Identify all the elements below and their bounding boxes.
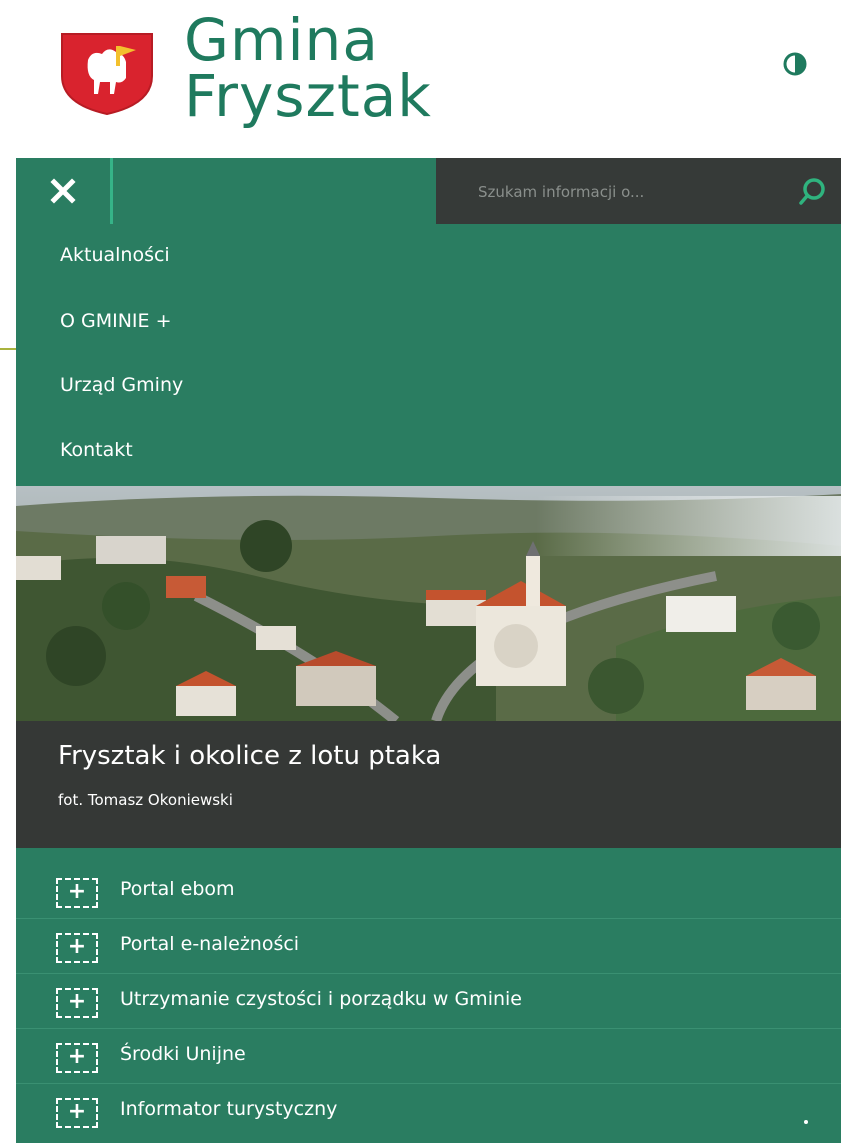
hero-photo-credit: fot. Tomasz Okoniewski bbox=[58, 791, 233, 809]
link-portal-ebom[interactable]: + Portal ebom bbox=[16, 864, 841, 919]
plus-icon: + bbox=[56, 878, 98, 908]
search-input[interactable] bbox=[476, 176, 780, 208]
hero-photo bbox=[16, 486, 841, 721]
search-box bbox=[436, 158, 841, 224]
site-title-line2: Frysztak bbox=[184, 62, 432, 130]
nav-separator bbox=[110, 158, 113, 224]
close-menu-button[interactable] bbox=[16, 158, 110, 224]
link-label: Informator turystyczny bbox=[120, 1098, 338, 1120]
menu-item-kontakt[interactable]: Kontakt bbox=[60, 439, 133, 461]
scroll-indicator-icon[interactable] bbox=[804, 1120, 808, 1124]
plus-icon: + bbox=[56, 933, 98, 963]
link-utrzymanie-czystosci[interactable]: + Utrzymanie czystości i porządku w Gmin… bbox=[16, 974, 841, 1029]
link-label: Portal ebom bbox=[120, 878, 235, 900]
close-icon bbox=[50, 178, 76, 204]
site-header: Gmina Frysztak bbox=[16, 0, 841, 158]
plus-icon: + bbox=[56, 988, 98, 1018]
menu-item-o-gminie[interactable]: O GMINIE + bbox=[60, 310, 172, 332]
hero-caption-title: Frysztak i okolice z lotu ptaka bbox=[58, 741, 442, 771]
plus-icon: + bbox=[56, 1043, 98, 1073]
menu-item-urzad-gminy[interactable]: Urząd Gminy bbox=[60, 374, 183, 396]
site-title-line1: Gmina bbox=[184, 6, 379, 74]
link-label: Środki Unijne bbox=[120, 1043, 246, 1065]
link-informator-turystyczny[interactable]: + Informator turystyczny bbox=[16, 1084, 841, 1138]
hero-caption: Frysztak i okolice z lotu ptaka fot. Tom… bbox=[16, 721, 841, 848]
coat-of-arms-icon[interactable] bbox=[58, 30, 156, 116]
top-nav-bar bbox=[16, 158, 841, 224]
link-label: Utrzymanie czystości i porządku w Gminie bbox=[120, 988, 522, 1010]
page-frame: Gmina Frysztak Aktualności O GMINIE + Ur… bbox=[16, 0, 841, 1143]
main-menu: Aktualności O GMINIE + Urząd Gminy Konta… bbox=[16, 224, 841, 486]
link-portal-e-naleznosci[interactable]: + Portal e-należności bbox=[16, 919, 841, 974]
search-icon[interactable] bbox=[792, 172, 832, 210]
link-label: Portal e-należności bbox=[120, 933, 300, 955]
aerial-town-photo bbox=[16, 486, 841, 721]
link-srodki-unijne[interactable]: + Środki Unijne bbox=[16, 1029, 841, 1084]
quick-links-list: + Portal ebom + Portal e-należności + Ut… bbox=[16, 848, 841, 1143]
plus-icon: + bbox=[56, 1098, 98, 1128]
menu-item-aktualnosci[interactable]: Aktualności bbox=[60, 244, 170, 266]
site-title[interactable]: Gmina Frysztak bbox=[184, 6, 432, 130]
contrast-toggle-icon[interactable] bbox=[783, 52, 807, 76]
